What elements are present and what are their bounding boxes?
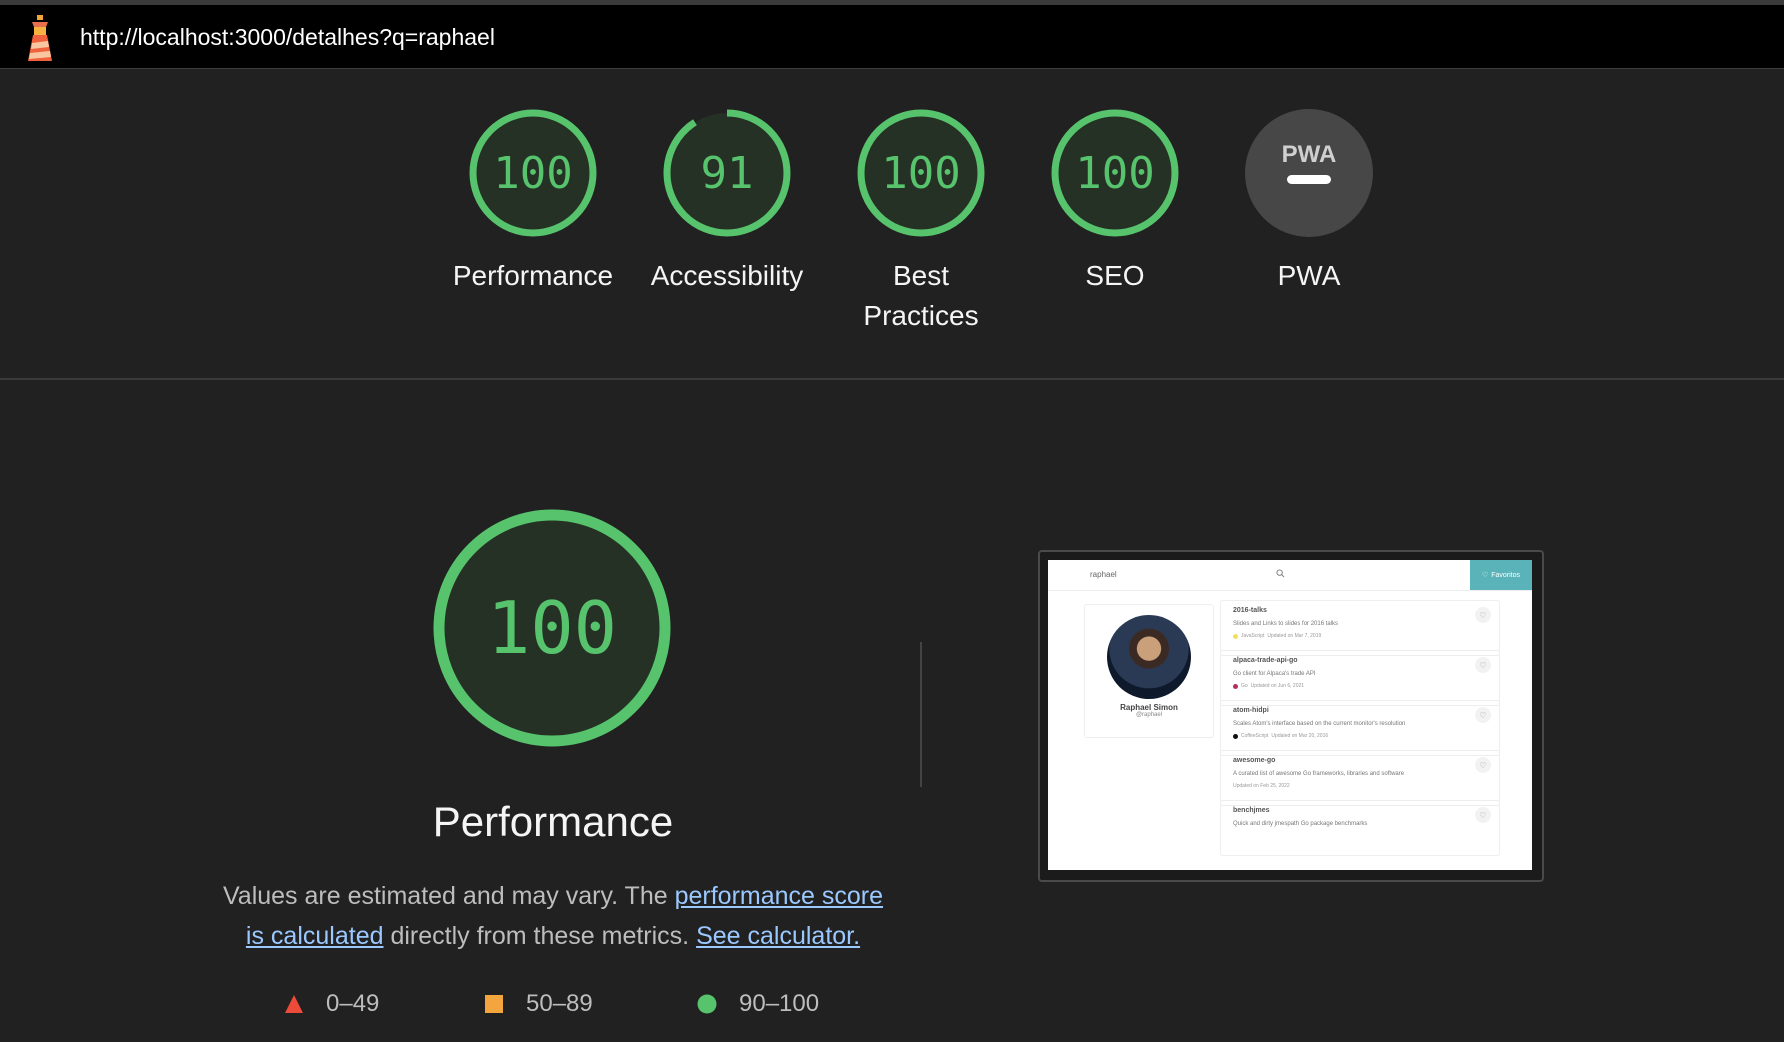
final-screenshot-frame[interactable]: raphael ♡ Favoritos Raphael Simon @rapha… [1038,550,1544,882]
repo-lang-dot [1233,683,1238,689]
final-screenshot: raphael ♡ Favoritos Raphael Simon @rapha… [1048,560,1532,870]
repo-language: Go [1241,683,1248,689]
repo-description: Slides and Links to slides for 2016 talk… [1233,621,1339,627]
repo-updated: Updated on Jun 6, 2021 [1250,683,1305,689]
legend-average-range: 50–89 [526,990,593,1017]
gauge-performance-label: Performance [452,260,614,291]
repo-name: atom-hidpi [1233,707,1269,714]
legend-fail-range: 0–49 [326,990,380,1017]
vertical-separator [920,642,922,787]
gauge-seo-label: SEO [1085,260,1145,291]
repo-meta: CoffeeScript Updated on Mar 20, 2016 [1233,733,1328,739]
report-url-bar: http://localhost:3000/detalhes?q=raphael [0,5,1784,69]
repo-description: Quick and dirty jmespath Go package benc… [1233,821,1368,827]
repo-updated: Updated on Feb 25, 2022 [1233,783,1290,789]
screenshot-header: raphael ♡ Favoritos [1048,560,1532,591]
section-divider [0,378,1784,380]
repo-heart-icon: ♡ [1475,607,1491,623]
gauge-best-practices[interactable]: 100 Best Practices [826,108,1016,336]
gauge-accessibility[interactable]: 91 Accessibility [632,108,822,296]
performance-description: Values are estimated and may vary. The p… [220,876,886,956]
category-gauges: 100 Performance 91 Accessibility 100 Bes… [0,68,1784,378]
screenshot-repo-item: alpaca-trade-api-go Go client for Alpaca… [1220,650,1500,706]
gauge-best-practices-ring: 100 [857,109,985,237]
screenshot-profile-handle: @raphael [1135,712,1163,718]
description-text-2: directly from these metrics. [383,922,697,950]
description-text-1: Values are estimated and may vary. The [222,882,675,910]
screenshot-repo-item: awesome-go A curated list of awesome Go … [1220,750,1500,806]
gauge-accessibility-ring: 91 [663,109,791,237]
repo-meta: Go Updated on Jun 6, 2021 [1233,683,1304,689]
repo-heart-icon: ♡ [1475,807,1491,823]
screenshot-repo-item: 2016-talks Slides and Links to slides fo… [1220,600,1500,656]
screenshot-repo-item: atom-hidpi Scales Atom's interface based… [1220,700,1500,756]
repo-name: alpaca-trade-api-go [1233,657,1298,664]
report-url[interactable]: http://localhost:3000/detalhes?q=raphael [80,24,495,51]
screenshot-search-icon [1276,569,1285,578]
gauge-pwa-label: PWA [1277,260,1341,291]
legend-average: 50–89 [484,990,593,1018]
repo-heart-icon: ♡ [1475,757,1491,773]
screenshot-profile-name: Raphael Simon [1120,703,1178,712]
legend-fail: 0–49 [284,990,379,1018]
legend-pass: 90–100 [697,990,819,1018]
gauge-pwa[interactable]: PWA PWA [1214,108,1404,296]
performance-score-gauge: 100 [433,509,671,747]
screenshot-avatar [1107,615,1191,699]
repo-language: JavaScript [1241,633,1265,639]
screenshot-repo-item: benchjmes Quick and dirty jmespath Go pa… [1220,800,1500,856]
repo-updated: Updated on Mar 20, 2016 [1271,733,1329,739]
gauge-best-practices-label: Best Practices [863,260,979,331]
repo-name: 2016-talks [1233,607,1267,614]
gauge-seo-ring: 100 [1051,109,1179,237]
average-square-icon [485,995,503,1013]
repo-updated: Updated on Mar 7, 2019 [1267,633,1322,639]
gauge-best-practices-score: 100 [881,148,960,199]
screenshot-favorites-label: Favoritos [1491,571,1521,579]
repo-name: benchjmes [1233,807,1270,814]
repo-meta: JavaScript Updated on Mar 7, 2019 [1233,633,1321,639]
repo-heart-icon: ♡ [1475,707,1491,723]
gauge-accessibility-label: Accessibility [650,260,804,291]
gauge-performance[interactable]: 100 Performance [438,108,628,296]
repo-lang-dot [1233,633,1238,639]
lighthouse-logo-icon [28,15,52,61]
pwa-badge-icon: PWA [1245,109,1373,237]
gauge-performance-ring: 100 [469,109,597,237]
gauge-seo[interactable]: 100 SEO [1020,108,1210,296]
repo-description: A curated list of awesome Go frameworks,… [1233,771,1405,777]
legend-pass-range: 90–100 [739,990,820,1017]
see-calculator-link[interactable]: See calculator. [696,922,860,950]
gauge-performance-score: 100 [493,148,572,199]
screenshot-heart-icon: ♡ [1481,572,1489,579]
gauge-accessibility-score: 91 [701,148,754,199]
screenshot-search-value: raphael [1090,570,1117,579]
performance-score-value: 100 [487,586,617,670]
fail-triangle-icon [285,995,303,1013]
pass-circle-icon [697,994,717,1014]
repo-description: Scales Atom's interface based on the cur… [1233,721,1406,727]
repo-lang-dot [1233,733,1238,739]
pwa-badge-text: PWA [1282,141,1337,168]
repo-language: CoffeeScript [1241,733,1269,739]
gauge-seo-score: 100 [1075,148,1154,199]
score-legend: 0–49 50–89 90–100 [0,990,1784,1024]
screenshot-favorites-button: ♡ Favoritos [1470,560,1532,590]
performance-title: Performance [432,798,674,845]
repo-description: Go client for Alpaca's trade API [1233,671,1316,677]
screenshot-profile-card: Raphael Simon @raphael [1084,604,1214,738]
repo-name: awesome-go [1233,757,1276,764]
repo-heart-icon: ♡ [1475,657,1491,673]
repo-meta: Updated on Feb 25, 2022 [1233,783,1290,789]
